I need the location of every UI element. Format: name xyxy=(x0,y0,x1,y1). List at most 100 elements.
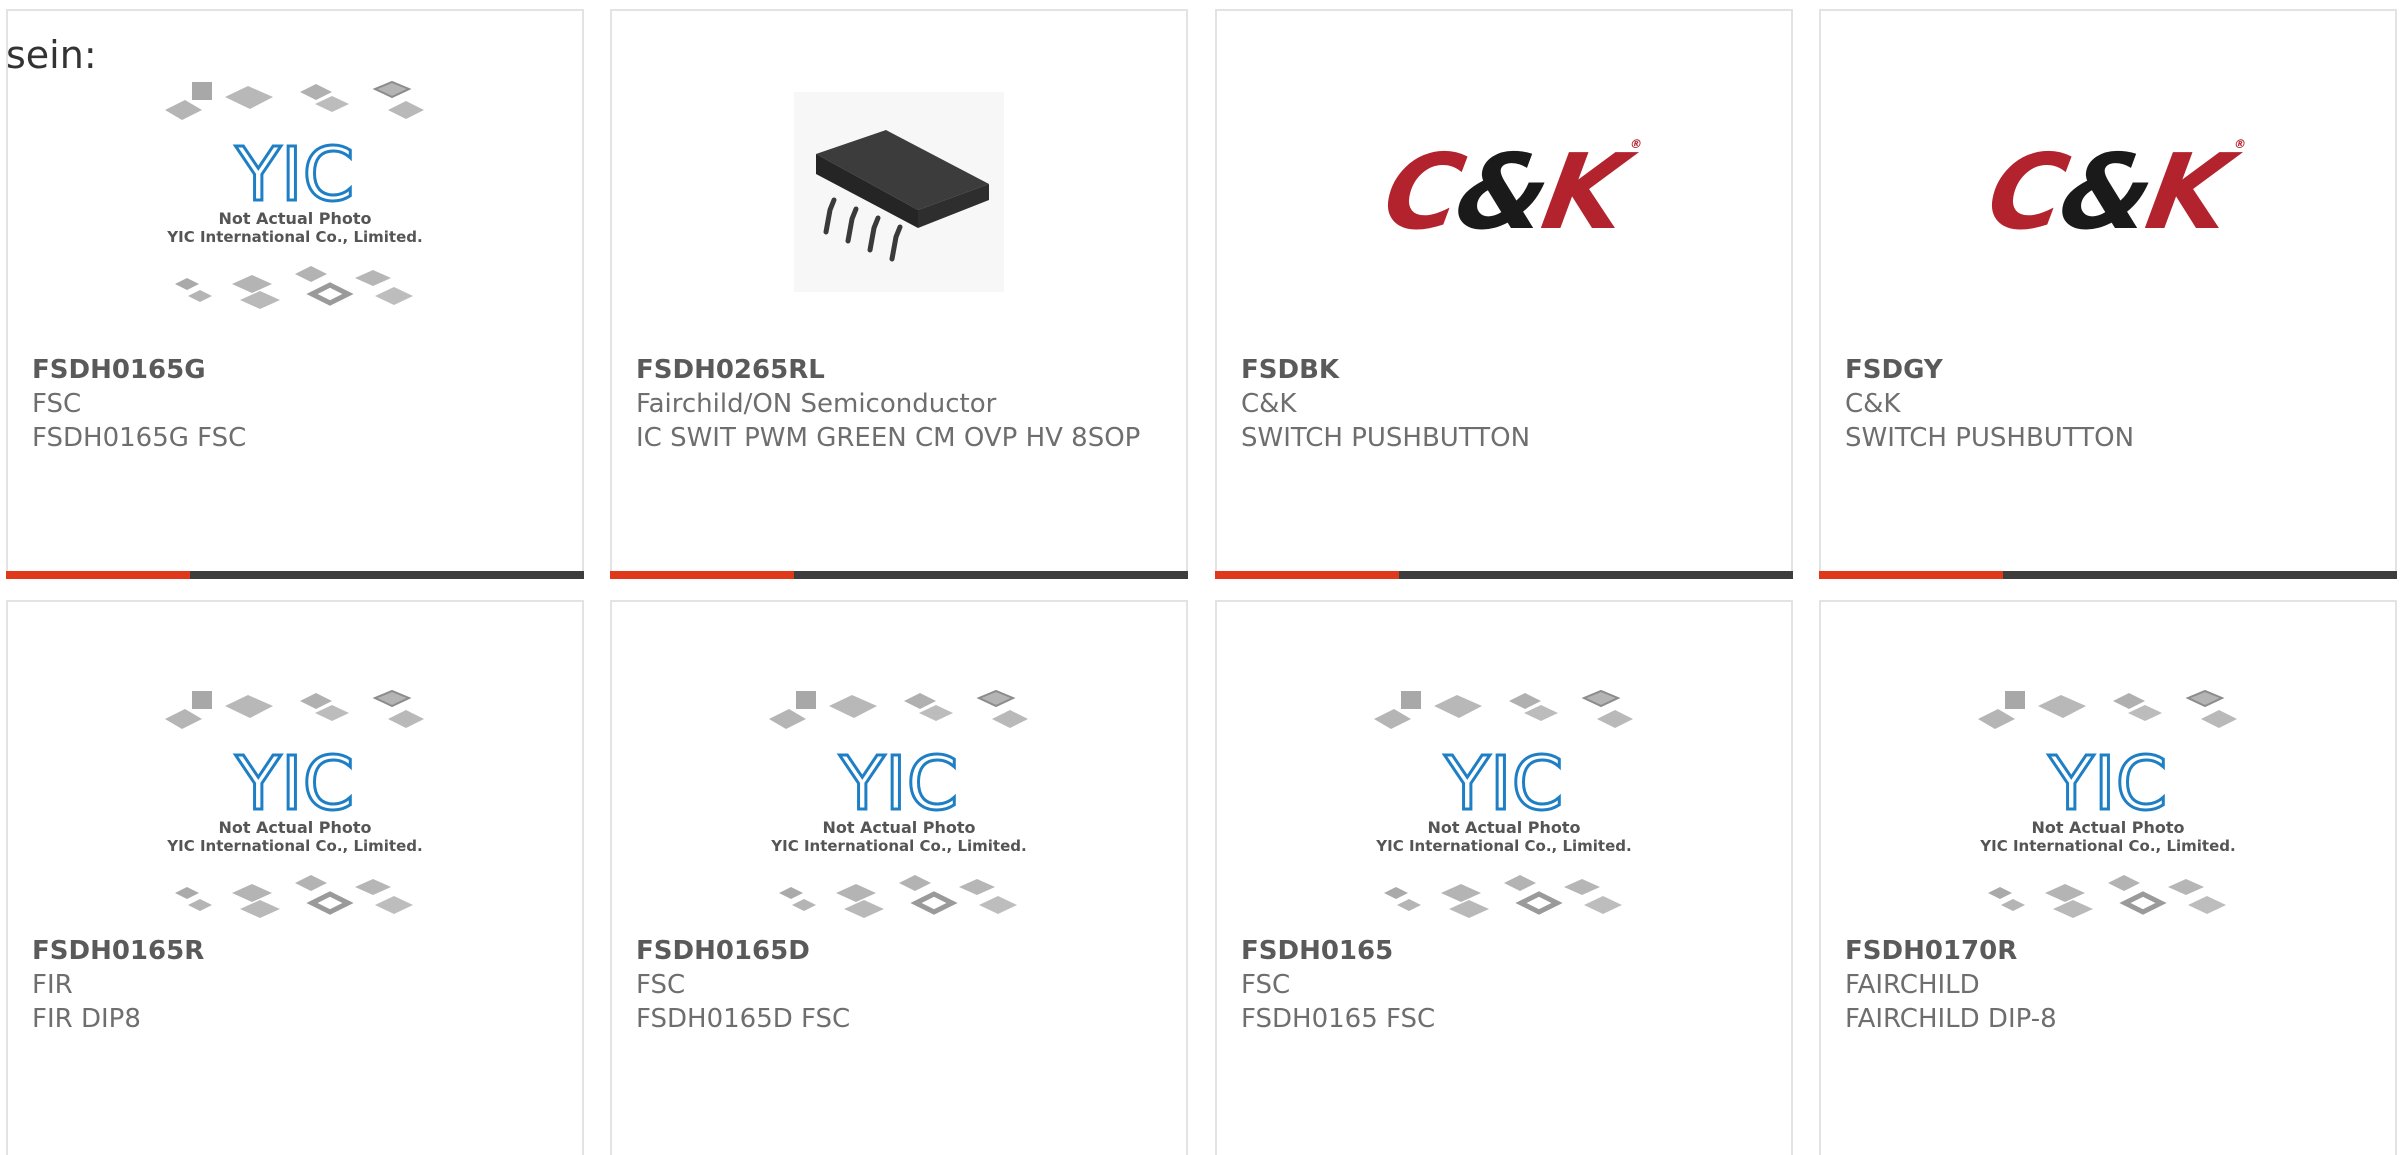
product-info: FSDH0165G FSC FSDH0165G FSC xyxy=(32,353,558,455)
product-image[interactable]: YIC Not Actual Photo YIC International Co.… xyxy=(612,670,1186,932)
product-grid-page: sein: YIC Not Actual Photo YIC Internation… xyxy=(0,0,2400,1155)
chip-shape xyxy=(300,84,332,100)
chip-shape xyxy=(1401,691,1421,709)
chip-shape xyxy=(1988,887,2012,899)
product-card[interactable]: YIC Not Actual Photo YIC International Co.… xyxy=(6,9,584,579)
chip-shape xyxy=(2045,884,2085,902)
part-number-link[interactable]: FSDH0165R xyxy=(32,934,558,968)
part-number-link[interactable]: FSDH0165G xyxy=(32,353,558,387)
chip-shape xyxy=(1564,879,1600,895)
chip-shape xyxy=(1581,689,1621,708)
chip-shape xyxy=(306,891,354,915)
chip-shape xyxy=(375,287,413,305)
chip-shape xyxy=(919,705,953,721)
part-number-link[interactable]: FSDH0165D xyxy=(636,934,1162,968)
chip-shape xyxy=(1584,896,1622,914)
product-image[interactable]: YIC Not Actual Photo YIC International Co.… xyxy=(8,61,582,323)
chip-shape xyxy=(1374,709,1411,729)
manufacturer: C&K xyxy=(1241,389,1297,419)
chip-shape xyxy=(315,705,349,721)
product-card[interactable]: C&K ® FSDGY C&K SWITCH PUSHBUTTON xyxy=(1819,9,2397,579)
chip-shape xyxy=(240,291,280,309)
part-number-link[interactable]: FSDH0170R xyxy=(1845,934,2371,968)
chip-shape xyxy=(388,101,424,119)
placeholder-caption-2: YIC International Co., Limited. xyxy=(770,837,1026,855)
manufacturer: FSC xyxy=(32,389,82,419)
product-image[interactable]: YIC Not Actual Photo YIC International Co.… xyxy=(1217,670,1791,932)
product-image[interactable]: C&K ® xyxy=(1821,61,2395,323)
yic-logo: YIC xyxy=(839,741,959,827)
chip-shape xyxy=(188,899,212,911)
placeholder-caption-2: YIC International Co., Limited. xyxy=(166,228,422,246)
manufacturer: C&K xyxy=(1845,389,1901,419)
chip-shape xyxy=(165,709,202,729)
product-image[interactable] xyxy=(612,61,1186,323)
chip-shape xyxy=(188,290,212,302)
chip-shape xyxy=(2001,899,2025,911)
chip-shape xyxy=(992,710,1028,728)
part-number-link[interactable]: FSDH0265RL xyxy=(636,353,1162,387)
placeholder-caption-1: Not Actual Photo xyxy=(218,818,371,837)
chip-shape xyxy=(225,695,273,718)
chip-shape xyxy=(844,900,884,918)
manufacturer: Fairchild/ON Semiconductor xyxy=(636,389,997,419)
section-heading: sein: xyxy=(6,33,97,77)
chip-shape xyxy=(899,875,931,891)
yic-logo: YIC xyxy=(1444,741,1564,827)
chip-shape xyxy=(2038,695,2086,718)
manufacturer: FAIRCHILD xyxy=(1845,970,1980,1000)
chip-shape xyxy=(165,100,202,120)
placeholder-caption-2: YIC International Co., Limited. xyxy=(166,837,422,855)
product-card[interactable]: YIC Not Actual Photo YIC International Co.… xyxy=(1819,600,2397,1155)
chip-shape xyxy=(232,275,272,293)
chip-shape xyxy=(904,693,936,709)
part-number-link[interactable]: FSDGY xyxy=(1845,353,2371,387)
chip-shape xyxy=(2168,879,2204,895)
chip-shape xyxy=(2005,691,2025,709)
chip-shape xyxy=(829,695,877,718)
product-card[interactable]: YIC Not Actual Photo YIC International Co.… xyxy=(1215,600,1793,1155)
product-info: FSDH0165D FSC FSDH0165D FSC xyxy=(636,934,1162,1036)
card-accent-bar xyxy=(610,571,794,579)
product-info: FSDH0170R FAIRCHILD FAIRCHILD DIP-8 xyxy=(1845,934,2371,1036)
description: FIR DIP8 xyxy=(32,1004,141,1034)
chip-shape xyxy=(2053,900,2093,918)
ck-logo: C&K ® xyxy=(1979,131,2243,253)
product-image[interactable]: C&K ® xyxy=(1217,61,1791,323)
product-image[interactable]: YIC Not Actual Photo YIC International Co.… xyxy=(1821,670,2395,932)
chip-shape xyxy=(175,278,199,290)
product-image[interactable]: YIC Not Actual Photo YIC International Co.… xyxy=(8,670,582,932)
product-card[interactable]: YIC Not Actual Photo YIC International Co.… xyxy=(6,600,584,1155)
chip-shape xyxy=(792,899,816,911)
chip-shape xyxy=(796,691,816,709)
chip-shape xyxy=(976,689,1016,708)
chip-shape xyxy=(315,96,349,112)
chip-shape xyxy=(295,875,327,891)
card-bottom-bar xyxy=(6,571,584,579)
product-card[interactable]: YIC Not Actual Photo YIC International Co.… xyxy=(610,600,1188,1155)
description: SWITCH PUSHBUTTON xyxy=(1845,423,2135,453)
chip-shape xyxy=(2185,689,2225,708)
placeholder-caption-1: Not Actual Photo xyxy=(218,209,371,228)
chip-shape xyxy=(175,887,199,899)
manufacturer: FIR xyxy=(32,970,73,1000)
chip-shape xyxy=(372,80,412,99)
chip-shape xyxy=(232,884,272,902)
not-actual-photo-image: YICNot Actual PhotoYIC International Co.… xyxy=(1978,689,2237,918)
product-card[interactable]: C&K ® FSDBK C&K SWITCH PUSHBUTTON xyxy=(1215,9,1793,579)
chip-shape xyxy=(375,896,413,914)
chip-shape xyxy=(2108,875,2140,891)
chip-shape xyxy=(192,82,212,100)
chip-shape xyxy=(192,691,212,709)
product-card[interactable]: FSDH0265RL Fairchild/ON Semiconductor IC S… xyxy=(610,9,1188,579)
chip-shape xyxy=(1504,875,1536,891)
chip-shape xyxy=(372,689,412,708)
part-number-link[interactable]: FSDBK xyxy=(1241,353,1767,387)
part-number-link[interactable]: FSDH0165 xyxy=(1241,934,1767,968)
chip-shape xyxy=(355,270,391,286)
chip-shape xyxy=(1597,710,1633,728)
yic-logo: YIC xyxy=(235,741,355,827)
chip-shape xyxy=(240,900,280,918)
placeholder-caption-1: Not Actual Photo xyxy=(822,818,975,837)
not-actual-photo-image: YICNot Actual PhotoYIC International Co.… xyxy=(769,689,1028,918)
